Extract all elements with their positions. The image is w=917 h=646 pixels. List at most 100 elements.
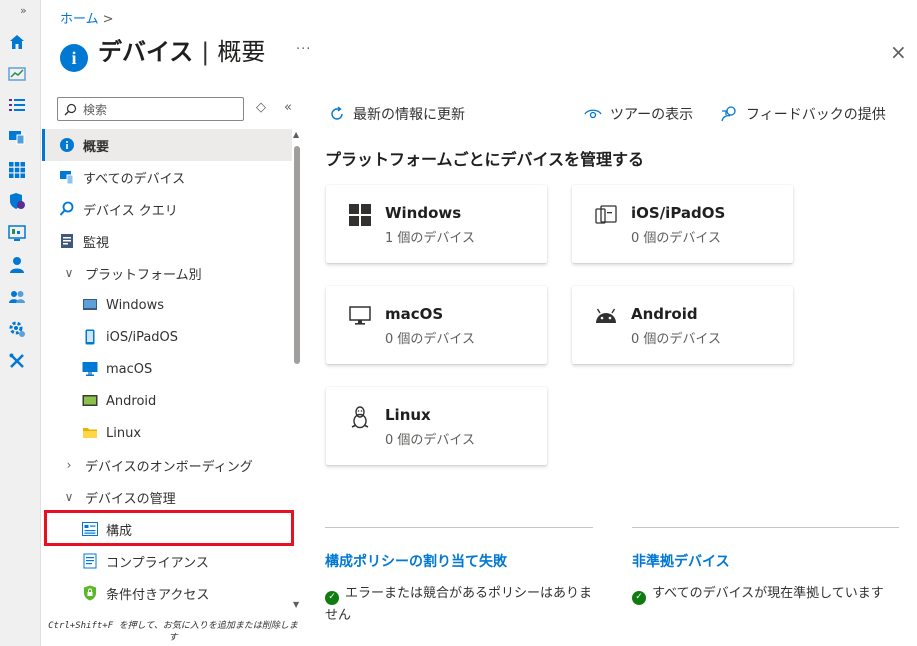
platform-card-windows[interactable]: Windows 1 個のデバイス [326,185,547,263]
eye-icon [584,109,602,119]
apps-icon[interactable] [8,161,26,179]
nav-item-label: Android [106,393,157,409]
devices-icon[interactable] [8,128,26,146]
tour-button[interactable]: ツアーの表示 [584,104,693,124]
nav-item[interactable]: 条件付きアクセス [42,577,292,609]
scroll-thumb[interactable] [294,146,300,364]
home-icon[interactable] [8,33,26,51]
troubleshooting-icon[interactable] [8,352,26,370]
all-devices-icon [59,169,75,185]
chevron-down-icon[interactable]: ∨ [61,266,77,280]
divider-left [325,527,593,528]
page-title: デバイス | 概要 [98,32,265,67]
reports-icon[interactable] [8,224,26,242]
collapse-nav-icon[interactable]: « [284,100,292,115]
nav-item[interactable]: すべてのデバイス [42,161,292,193]
nav-item[interactable]: 概要 [42,129,292,161]
device-count: 1 個のデバイス [385,231,476,246]
compliance-icon [82,553,98,569]
nav-item[interactable]: 構成 [42,513,292,545]
tour-label: ツアーの表示 [610,107,694,123]
check-circle-icon: ✓ [632,590,646,605]
ios-icon [82,329,98,345]
favorites-hint: Ctrl+Shift+F を押して、お気に入りを追加または削除します [48,621,298,643]
feedback-icon [721,106,736,122]
breadcrumb-separator: > [102,12,114,27]
platform-name: Windows [385,204,462,222]
device-count: 0 個のデバイス [385,332,476,347]
groups-icon[interactable] [8,288,26,306]
nav-item-label: 条件付きアクセス [106,587,210,603]
config-policy-failures-link[interactable]: 構成ポリシーの割り当て失敗 [325,551,507,571]
nav-item[interactable]: 監視 [42,225,292,257]
sort-icon[interactable]: ◇ [256,100,266,115]
monitor-icon [59,233,75,249]
nav-item[interactable]: › デバイスのオンボーディング [42,449,292,481]
chevron-down-icon[interactable]: ∨ [61,490,77,504]
macos-icon [348,304,372,328]
refresh-button[interactable]: 最新の情報に更新 [329,104,465,124]
nav-item-label: 概要 [83,139,110,155]
nav-item-label: プラットフォーム別 [85,267,202,283]
conditional-access-icon [82,585,98,601]
platform-card-macos[interactable]: macOS 0 個のデバイス [326,286,547,364]
refresh-label: 最新の情報に更新 [353,107,465,123]
nav-item[interactable]: Windows [42,289,292,321]
nav-item[interactable]: ∨ プラットフォーム別 [42,257,292,289]
page-subtitle: 概要 [217,38,266,66]
check-circle-icon: ✓ [325,590,339,605]
platform-name: Android [631,305,698,323]
nav-item-label: デバイス クエリ [83,203,178,219]
nav-search-input[interactable]: 検索 [57,97,244,121]
platform-name: macOS [385,305,444,323]
nav-item-label: 構成 [106,523,133,539]
windows-icon [82,297,98,313]
configuration-icon [82,521,98,537]
scroll-up-icon[interactable]: ▲ [293,130,299,139]
nav-item[interactable]: Linux [42,417,292,449]
endpoint-security-icon[interactable] [8,192,26,210]
nav-item-label: デバイスのオンボーディング [85,459,253,475]
more-options-button[interactable]: ··· [296,42,311,57]
tenant-admin-icon[interactable] [8,320,26,338]
chevron-right-icon[interactable]: › [61,458,77,472]
scroll-down-icon[interactable]: ▼ [293,600,299,609]
expand-rail-button[interactable]: » [20,4,27,17]
refresh-icon [331,106,343,120]
config-policy-status: ✓ エラーまたは競合があるポリシーはありません [325,583,600,626]
list-icon[interactable] [8,96,26,114]
nav-item[interactable]: コンプライアンス [42,545,292,577]
platform-card-android[interactable]: Android 0 個のデバイス [572,286,793,364]
noncompliant-status-text: すべてのデバイスが現在準拠しています [652,586,884,601]
divider-right [632,527,899,528]
device-count: 0 個のデバイス [631,231,722,246]
nav-item-label: すべてのデバイス [83,171,186,187]
nav-scrollbar[interactable]: ▲ ▼ [293,130,301,609]
nav-item[interactable]: デバイス クエリ [42,193,292,225]
noncompliant-devices-link[interactable]: 非準拠デバイス [632,551,730,571]
search-icon [64,103,77,115]
device-query-icon [59,201,75,217]
nav-item[interactable]: iOS/iPadOS [42,321,292,353]
nav-item[interactable]: macOS [42,353,292,385]
nav-item[interactable]: ∨ デバイスの管理 [42,481,292,513]
users-icon[interactable] [8,256,26,274]
platform-card-linux[interactable]: Linux 0 個のデバイス [326,387,547,465]
section-title: プラットフォームごとにデバイスを管理する [325,150,645,169]
close-button[interactable]: × [890,40,907,64]
dashboard-icon[interactable] [8,65,26,83]
nav-item[interactable]: Android [42,385,292,417]
linux-icon [348,405,372,429]
platform-card-ios-ipados[interactable]: iOS/iPadOS 0 個のデバイス [572,185,793,263]
feedback-label: フィードバックの提供 [746,107,886,123]
nav-item-label: Windows [106,297,165,313]
left-nav-menu: 概要すべてのデバイス デバイス クエリ監視 ∨ プラットフォーム別 Windows iOS… [42,129,292,609]
nav-item-label: iOS/iPadOS [106,329,179,345]
feedback-button[interactable]: フィードバックの提供 [720,104,886,124]
nav-item-label: Linux [106,425,142,441]
android-icon [594,304,618,328]
device-count: 0 個のデバイス [631,332,722,347]
windows-icon [348,203,372,227]
macos-icon [82,361,98,377]
breadcrumb-home-link[interactable]: ホーム [60,12,99,27]
